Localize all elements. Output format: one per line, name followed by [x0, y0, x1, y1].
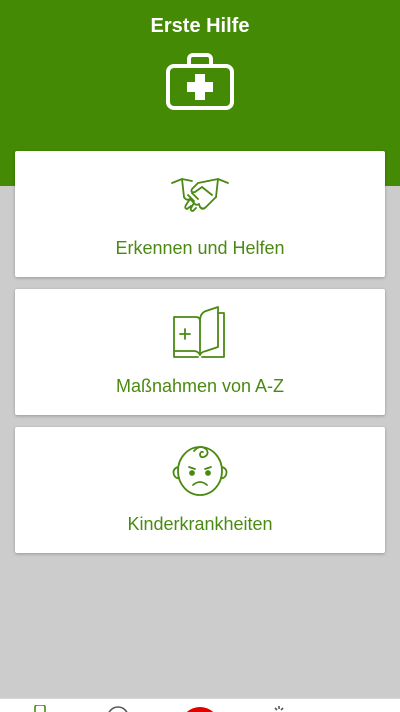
first-aid-kit-icon: [166, 53, 234, 110]
page-title: Erste Hilfe: [150, 15, 250, 37]
card-kinderkrankheiten[interactable]: Kinderkrankheiten: [15, 427, 385, 553]
card-label: Maßnahmen von A-Z: [115, 376, 285, 396]
handshake-icon: [171, 178, 229, 212]
sad-baby-face-icon: [172, 446, 228, 496]
card-label: Erkennen und Helfen: [115, 238, 285, 258]
card-erkennen-und-helfen[interactable]: Erkennen und Helfen: [15, 151, 385, 277]
bottom-navigation: [0, 698, 400, 712]
card-label: Kinderkrankheiten: [127, 514, 273, 534]
card-massnahmen-von-a-z[interactable]: Maßnahmen von A-Z: [15, 289, 385, 415]
book-plus-icon: [173, 306, 225, 358]
